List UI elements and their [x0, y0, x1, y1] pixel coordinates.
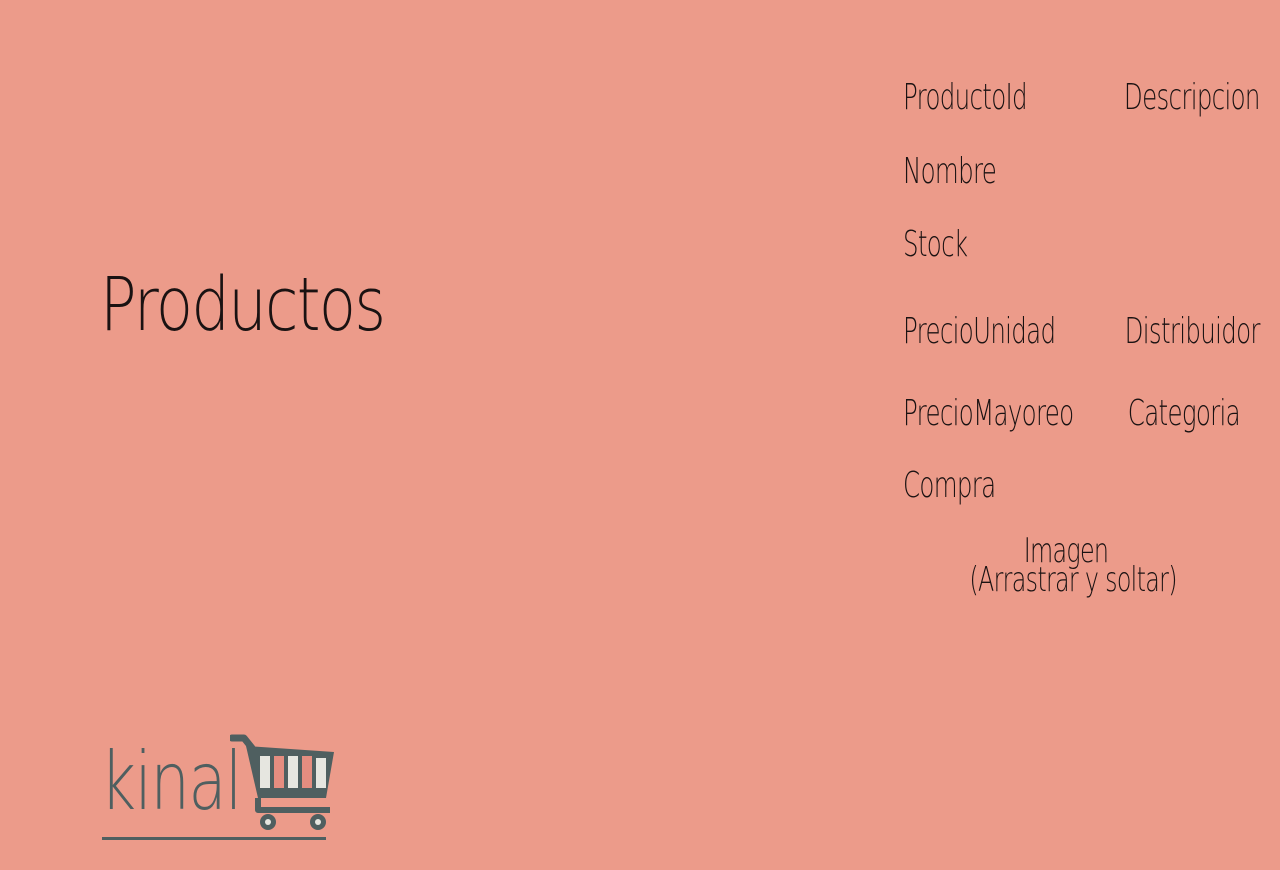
- field-label-stock[interactable]: Stock: [903, 225, 968, 265]
- field-label-distribuidor[interactable]: Distribuidor: [1125, 312, 1261, 352]
- field-label-categoria[interactable]: Categoria: [1128, 394, 1241, 434]
- kinal-logo: kinal: [100, 734, 340, 844]
- field-label-compra[interactable]: Compra: [903, 466, 996, 506]
- field-label-nombre[interactable]: Nombre: [903, 152, 997, 192]
- field-label-descripcion[interactable]: Descripcion: [1124, 78, 1260, 118]
- logo-underline: [102, 837, 326, 840]
- field-label-precio-unidad[interactable]: PrecioUnidad: [903, 312, 1056, 352]
- page-title: Productos: [100, 262, 386, 348]
- image-drop-hint: (Arrastrar y soltar): [969, 560, 1177, 600]
- field-label-producto-id[interactable]: ProductoId: [903, 78, 1028, 118]
- logo-text: kinal: [100, 735, 242, 828]
- image-drop-zone[interactable]: Imagen (Arrastrar y soltar): [969, 534, 1177, 607]
- shopping-cart-icon: [230, 734, 334, 830]
- field-label-precio-mayoreo[interactable]: PrecioMayoreo: [903, 394, 1074, 434]
